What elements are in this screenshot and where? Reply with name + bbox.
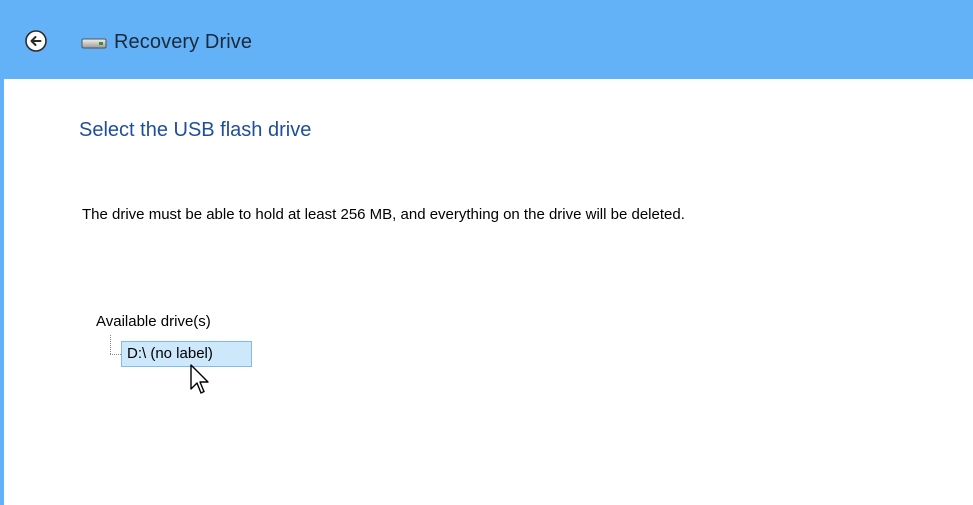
page-description: The drive must be able to hold at least … bbox=[82, 206, 685, 223]
back-button[interactable] bbox=[24, 29, 48, 53]
recovery-drive-window: Recovery Drive Select the USB flash driv… bbox=[0, 0, 973, 505]
mouse-pointer-icon bbox=[190, 364, 214, 400]
tree-connector-vertical bbox=[110, 335, 111, 354]
title-bar: Recovery Drive bbox=[0, 0, 973, 79]
back-arrow-icon bbox=[25, 30, 47, 52]
tree-connector-horizontal bbox=[110, 354, 121, 355]
drive-icon bbox=[80, 36, 108, 50]
drive-list-item[interactable]: D:\ (no label) bbox=[121, 341, 252, 367]
page-heading: Select the USB flash drive bbox=[79, 119, 312, 141]
window-left-border bbox=[0, 79, 4, 505]
window-title: Recovery Drive bbox=[114, 31, 253, 53]
available-drives-label: Available drive(s) bbox=[96, 313, 211, 330]
